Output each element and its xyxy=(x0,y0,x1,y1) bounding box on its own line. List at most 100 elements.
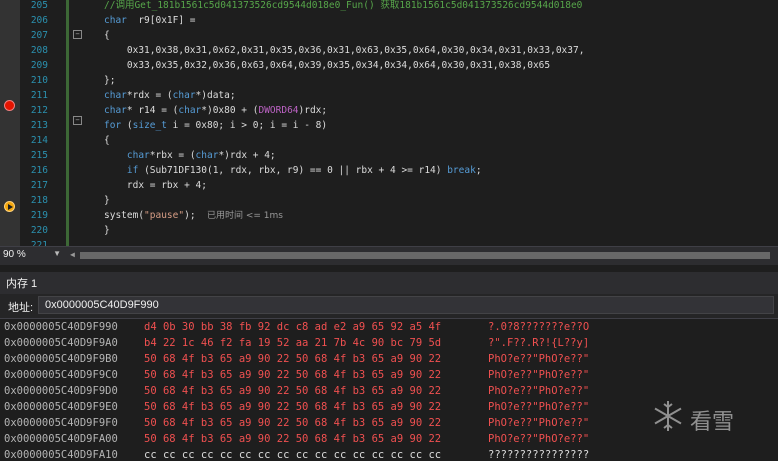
horizontal-scrollbar[interactable] xyxy=(80,252,770,259)
code-line[interactable]: char* r14 = (char*)0x80 + (DWORD64)rdx; xyxy=(104,103,327,118)
memory-address: 0x0000005C40D9F9B0 xyxy=(4,353,118,365)
memory-hex-bytes: b4 22 1c 46 f2 fa 19 52 aa 21 7b 4c 90 b… xyxy=(144,337,442,349)
memory-ascii: ???????????????? xyxy=(488,449,590,461)
memory-hex-bytes: 50 68 4f b3 65 a9 90 22 50 68 4f b3 65 a… xyxy=(144,353,442,365)
code-line[interactable]: { xyxy=(104,28,110,43)
memory-address: 0x0000005C40D9FA00 xyxy=(4,433,118,445)
watermark-text: 看雪 xyxy=(690,410,735,435)
code-token: 0x31,0x38,0x31,0x62,0x31,0x35,0x36,0x31,… xyxy=(104,45,585,56)
code-token: i = 0x80; i > 0; i = i - 8) xyxy=(166,120,328,131)
line-number: 220 xyxy=(30,225,48,236)
memory-hex-bytes: cc cc cc cc cc cc cc cc cc cc cc cc cc c… xyxy=(144,449,442,461)
memory-ascii: ?".F??.R?!{L??y] xyxy=(488,337,590,349)
line-number: 216 xyxy=(30,165,48,176)
code-token: if xyxy=(126,165,139,176)
code-token: system( xyxy=(104,210,145,221)
code-token: }; xyxy=(104,75,116,86)
memory-ascii: PhO?e??"PhO?e??" xyxy=(488,353,590,365)
code-line[interactable]: 0x31,0x38,0x31,0x62,0x31,0x35,0x36,0x31,… xyxy=(104,43,585,58)
code-token: DWORD64 xyxy=(258,105,299,116)
memory-address: 0x0000005C40D9F9C0 xyxy=(4,369,118,381)
line-number: 207 xyxy=(30,30,48,41)
code-line[interactable]: }; xyxy=(104,73,115,88)
code-token: } xyxy=(104,195,110,206)
zoom-value: 90 % xyxy=(3,249,26,260)
line-number: 209 xyxy=(30,60,48,71)
editor-status-bar: 90 % ▼ ◀ xyxy=(0,246,778,265)
code-token: char xyxy=(104,105,127,116)
memory-address: 0x0000005C40D9FA10 xyxy=(4,449,118,461)
memory-row[interactable]: 0x0000005C40D9F990 d4 0b 30 bb 38 fb 92 d… xyxy=(4,319,774,335)
code-token: char xyxy=(195,150,219,161)
memory-row[interactable]: 0x0000005C40D9F9A0 b4 22 1c 46 f2 fa 19 5… xyxy=(4,335,774,351)
breakpoint-icon[interactable] xyxy=(4,100,15,111)
memory-row[interactable]: 0x0000005C40D9F9C0 50 68 4f b3 65 a9 90 2… xyxy=(4,367,774,383)
memory-hex-bytes: 50 68 4f b3 65 a9 90 22 50 68 4f b3 65 a… xyxy=(144,385,442,397)
code-token: ; xyxy=(475,165,482,176)
code-line[interactable]: } xyxy=(104,223,110,238)
code-line[interactable]: char*rdx = (char*)data; xyxy=(104,88,236,103)
code-line[interactable]: for (size_t i = 0x80; i > 0; i = i - 8) xyxy=(104,118,327,133)
collapse-icon[interactable]: − xyxy=(73,116,82,125)
code-line[interactable]: } xyxy=(104,193,110,208)
change-tracking-bar xyxy=(66,0,69,246)
code-token: *)rdx + 4; xyxy=(218,150,276,161)
zoom-dropdown[interactable]: 90 % ▼ xyxy=(3,249,63,262)
code-token: for xyxy=(104,120,122,131)
code-token: size_t xyxy=(132,120,167,131)
code-token: "pause" xyxy=(144,210,185,221)
line-number: 218 xyxy=(30,195,48,206)
code-token: * r14 = ( xyxy=(126,105,179,116)
memory-hex-bytes: d4 0b 30 bb 38 fb 92 dc c8 ad e2 a9 65 9… xyxy=(144,321,442,333)
line-number: 210 xyxy=(30,75,48,86)
scroll-left-icon[interactable]: ◀ xyxy=(70,250,75,259)
address-label: 地址: xyxy=(8,302,34,314)
code-line[interactable]: if (Sub71DF130(1, rdx, rbx, r9) == 0 || … xyxy=(104,163,482,178)
code-token: //调用Get_181b1561c5d041373526cd9544d018e0… xyxy=(104,0,583,11)
memory-ascii: PhO?e??"PhO?e??" xyxy=(488,417,590,429)
line-number: 213 xyxy=(30,120,48,131)
snowflake-icon xyxy=(654,401,682,431)
memory-ascii: PhO?e??"PhO?e??" xyxy=(488,369,590,381)
code-line[interactable]: //调用Get_181b1561c5d041373526cd9544d018e0… xyxy=(104,0,582,13)
current-statement-icon[interactable] xyxy=(4,201,15,212)
watermark-logo: 看雪 xyxy=(650,398,760,438)
line-number: 217 xyxy=(30,180,48,191)
code-line[interactable]: system("pause"); 已用时间 <= 1ms xyxy=(104,208,283,224)
memory-row[interactable]: 0x0000005C40D9F9B0 50 68 4f b3 65 a9 90 2… xyxy=(4,351,774,367)
memory-dump[interactable]: 0x0000005C40D9F990 d4 0b 30 bb 38 fb 92 d… xyxy=(0,319,778,461)
line-number: 208 xyxy=(30,45,48,56)
memory-hex-bytes: 50 68 4f b3 65 a9 90 22 50 68 4f b3 65 a… xyxy=(144,401,442,413)
code-token: } xyxy=(104,225,110,236)
code-editor[interactable]: 205 //调用Get_181b1561c5d041373526cd9544d01… xyxy=(0,0,778,246)
scrollbar-thumb[interactable] xyxy=(80,252,770,259)
memory-row[interactable]: 0x0000005C40D9FA10 cc cc cc cc cc cc cc c… xyxy=(4,447,774,461)
line-number: 215 xyxy=(30,150,48,161)
code-token: { xyxy=(104,135,110,146)
code-token: break xyxy=(447,165,476,176)
code-line[interactable]: rdx = rbx + 4; xyxy=(104,178,207,193)
code-line[interactable]: char*rbx = (char*)rdx + 4; xyxy=(104,148,276,163)
memory-hex-bytes: 50 68 4f b3 65 a9 90 22 50 68 4f b3 65 a… xyxy=(144,417,442,429)
code-token: )rdx; xyxy=(298,105,328,116)
memory-row[interactable]: 0x0000005C40D9F9D0 50 68 4f b3 65 a9 90 2… xyxy=(4,383,774,399)
code-token: char xyxy=(172,90,196,101)
code-token: (Sub71DF130(1, rdx, rbx, r9) == 0 || rbx… xyxy=(138,165,448,176)
memory-address: 0x0000005C40D9F9D0 xyxy=(4,385,118,397)
code-line[interactable]: 0x33,0x35,0x32,0x36,0x63,0x64,0x39,0x35,… xyxy=(104,58,550,73)
line-number: 212 xyxy=(30,105,48,116)
memory-address: 0x0000005C40D9F9A0 xyxy=(4,337,118,349)
code-token: char xyxy=(126,150,150,161)
code-line[interactable]: { xyxy=(104,133,110,148)
memory-ascii: PhO?e??"PhO?e??" xyxy=(488,401,590,413)
code-line[interactable]: char r9[0x1F] = xyxy=(104,13,196,28)
address-input[interactable]: 0x0000005C40D9F990 xyxy=(38,296,774,314)
code-token: *rbx = ( xyxy=(149,150,196,161)
memory-address: 0x0000005C40D9F9F0 xyxy=(4,417,118,429)
collapse-icon[interactable]: − xyxy=(73,30,82,39)
code-token: *)0x80 + ( xyxy=(201,105,259,116)
memory-address: 0x0000005C40D9F9E0 xyxy=(4,401,118,413)
chevron-down-icon: ▼ xyxy=(53,249,61,258)
